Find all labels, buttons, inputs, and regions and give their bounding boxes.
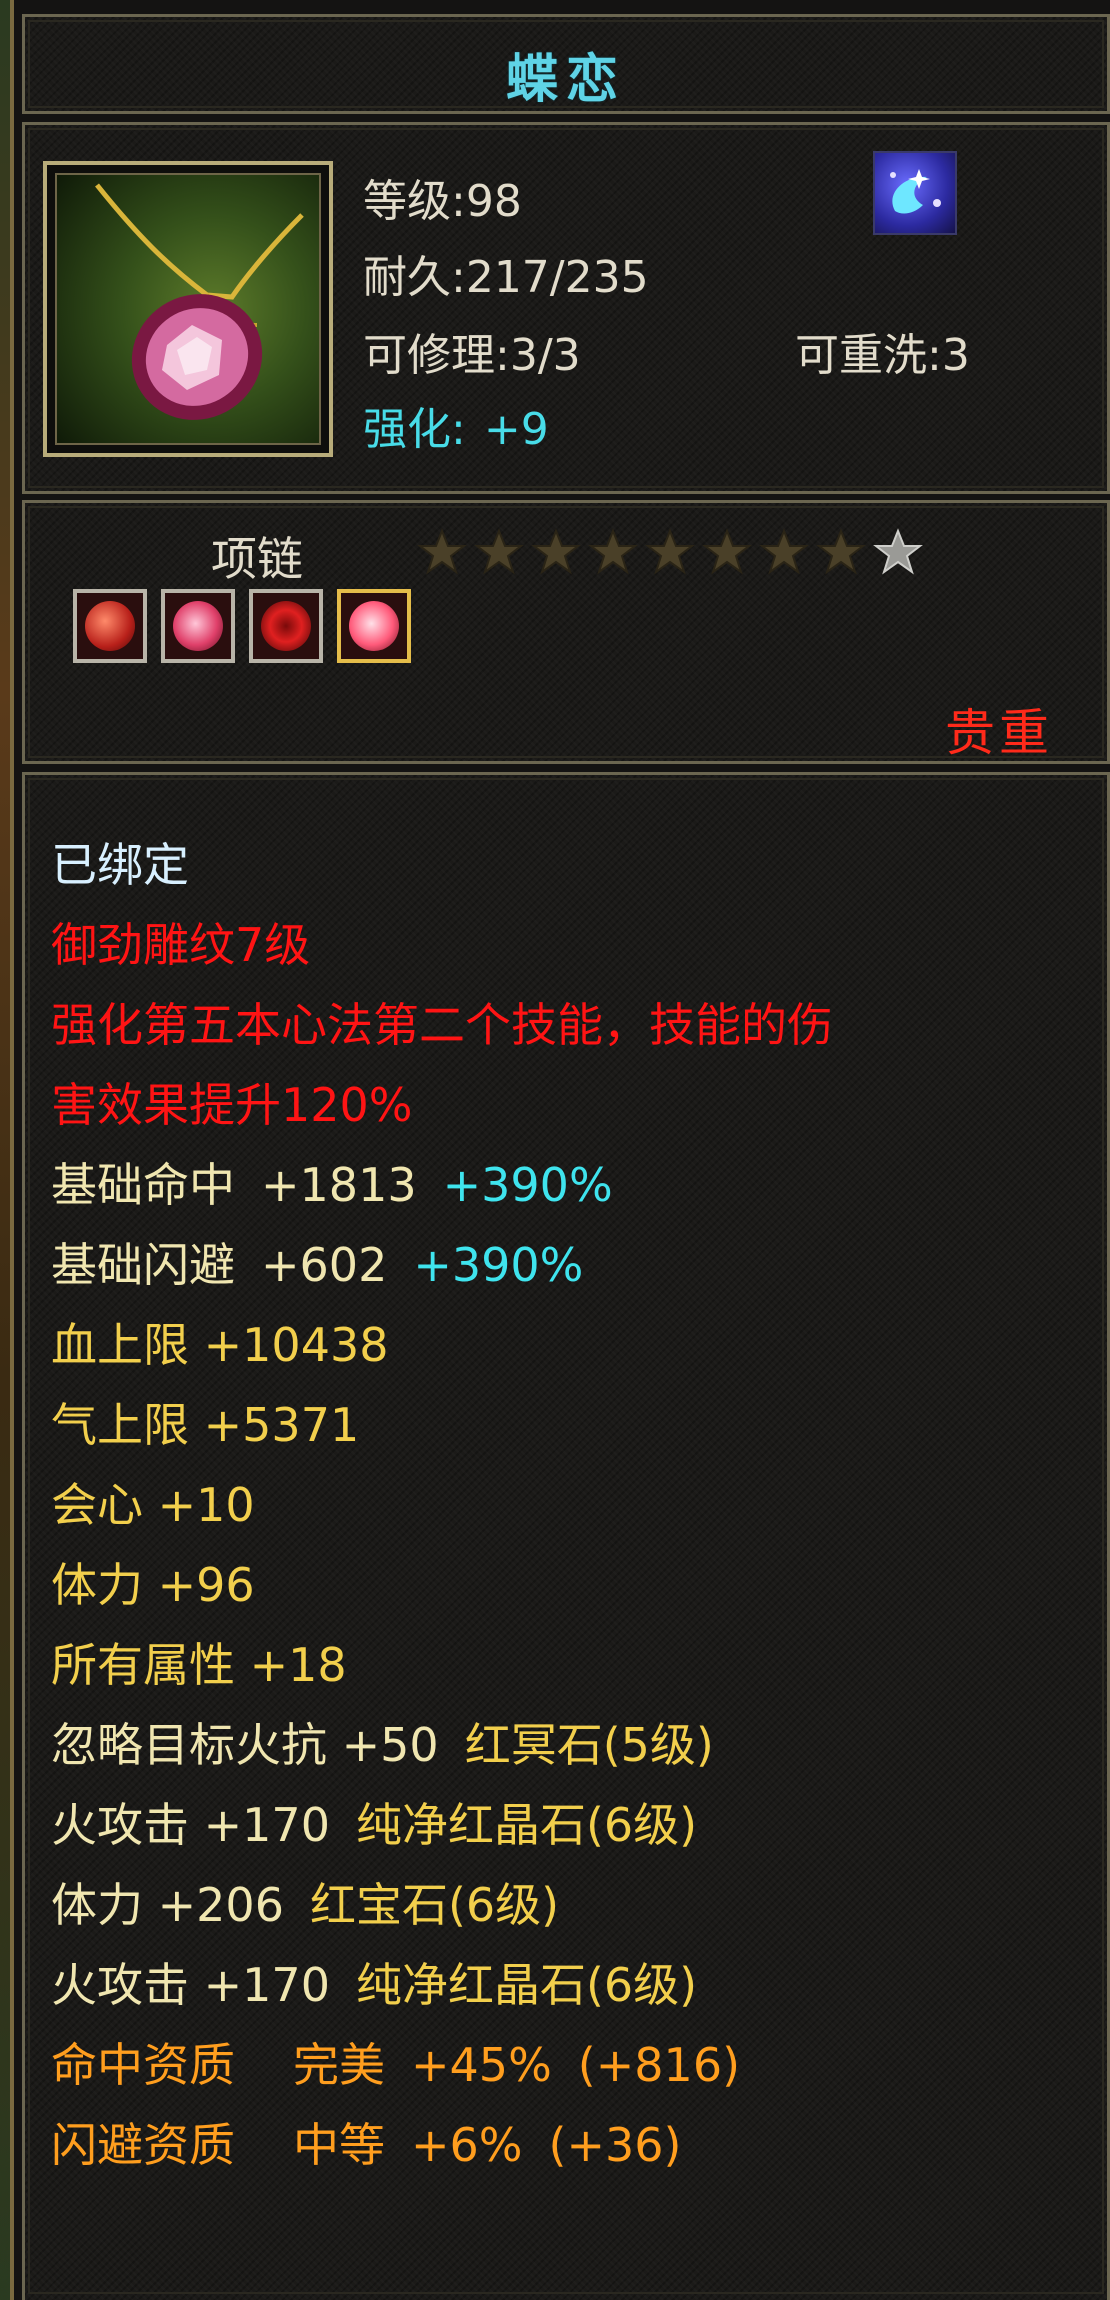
durability-text: 耐久:217/235 [363,252,649,303]
engraving-text: 御劲雕纹7级 [51,918,311,972]
rewashable-text: 可重洗:3 [795,330,970,381]
dodge-aptitude: 闪避资质 中等 +6% (+36) [51,2118,682,2172]
rarity-label: 贵重 [945,704,1053,762]
skill-effect-line-1: 强化第五本心法第二个技能，技能的伤 [51,998,833,1052]
dodge-stat: 基础闪避 +602 +390% [51,1238,584,1292]
star-dim-icon [474,528,524,575]
item-name: 蝶恋 [505,50,626,110]
item-type-panel: 项链 贵重 [22,500,1110,764]
gem-slot-2[interactable] [161,589,235,663]
gem-slot-4[interactable] [337,589,411,663]
item-icon-frame [43,161,333,457]
all-attributes-stat: 所有属性 +18 [51,1638,347,1692]
gem-slot-3[interactable] [249,589,323,663]
star-dim-icon [417,528,467,575]
gem-slot-1[interactable] [73,589,147,663]
attributes-panel: 已绑定 御劲雕纹7级 强化第五本心法第二个技能，技能的伤 害效果提升120% 基… [22,772,1110,2300]
star-dim-icon [759,528,809,575]
necklace-icon [95,183,304,420]
stamina-stat: 体力 +96 [51,1558,255,1612]
gem-stat-4: 火攻击 +170 纯净红晶石(6级) [51,1958,698,2012]
gem-stat-1: 忽略目标火抗 +50 红冥石(5级) [51,1718,714,1772]
skill-icon[interactable] [873,151,957,235]
level-text: 等级:98 [363,176,522,227]
refine-value: +9 [483,404,549,455]
repairable-text: 可修理:3/3 [363,330,581,381]
skill-effect-line-2: 害效果提升120% [51,1078,413,1132]
hit-stat: 基础命中 +1813 +390% [51,1158,613,1212]
star-rating [417,527,923,577]
gem-slots [73,589,411,663]
crit-stat: 会心 +10 [51,1478,255,1532]
star-dim-icon [531,528,581,575]
hit-aptitude: 命中资质 完美 +45% (+816) [51,2038,741,2092]
star-dim-icon [588,528,638,575]
star-dim-icon [702,528,752,575]
gem-stat-2: 火攻击 +170 纯净红晶石(6级) [51,1798,698,1852]
hp-stat: 血上限 +10438 [51,1318,389,1372]
star-dim-icon [645,528,695,575]
gem-stat-3: 体力 +206 红宝石(6级) [51,1878,560,1932]
star-bright-icon [873,528,923,575]
item-type: 项链 [211,532,303,586]
bound-status: 已绑定 [51,838,189,892]
item-info-panel: 等级:98 耐久:217/235 可修理:3/3 可重洗:3 强化: +9 [22,122,1110,494]
star-dim-icon [816,528,866,575]
title-panel: 蝶恋 [22,14,1110,114]
left-window-edge [0,0,14,2300]
mp-stat: 气上限 +5371 [51,1398,360,1452]
refine-line: 强化: +9 [363,393,549,457]
refine-label: 强化: [363,404,466,455]
